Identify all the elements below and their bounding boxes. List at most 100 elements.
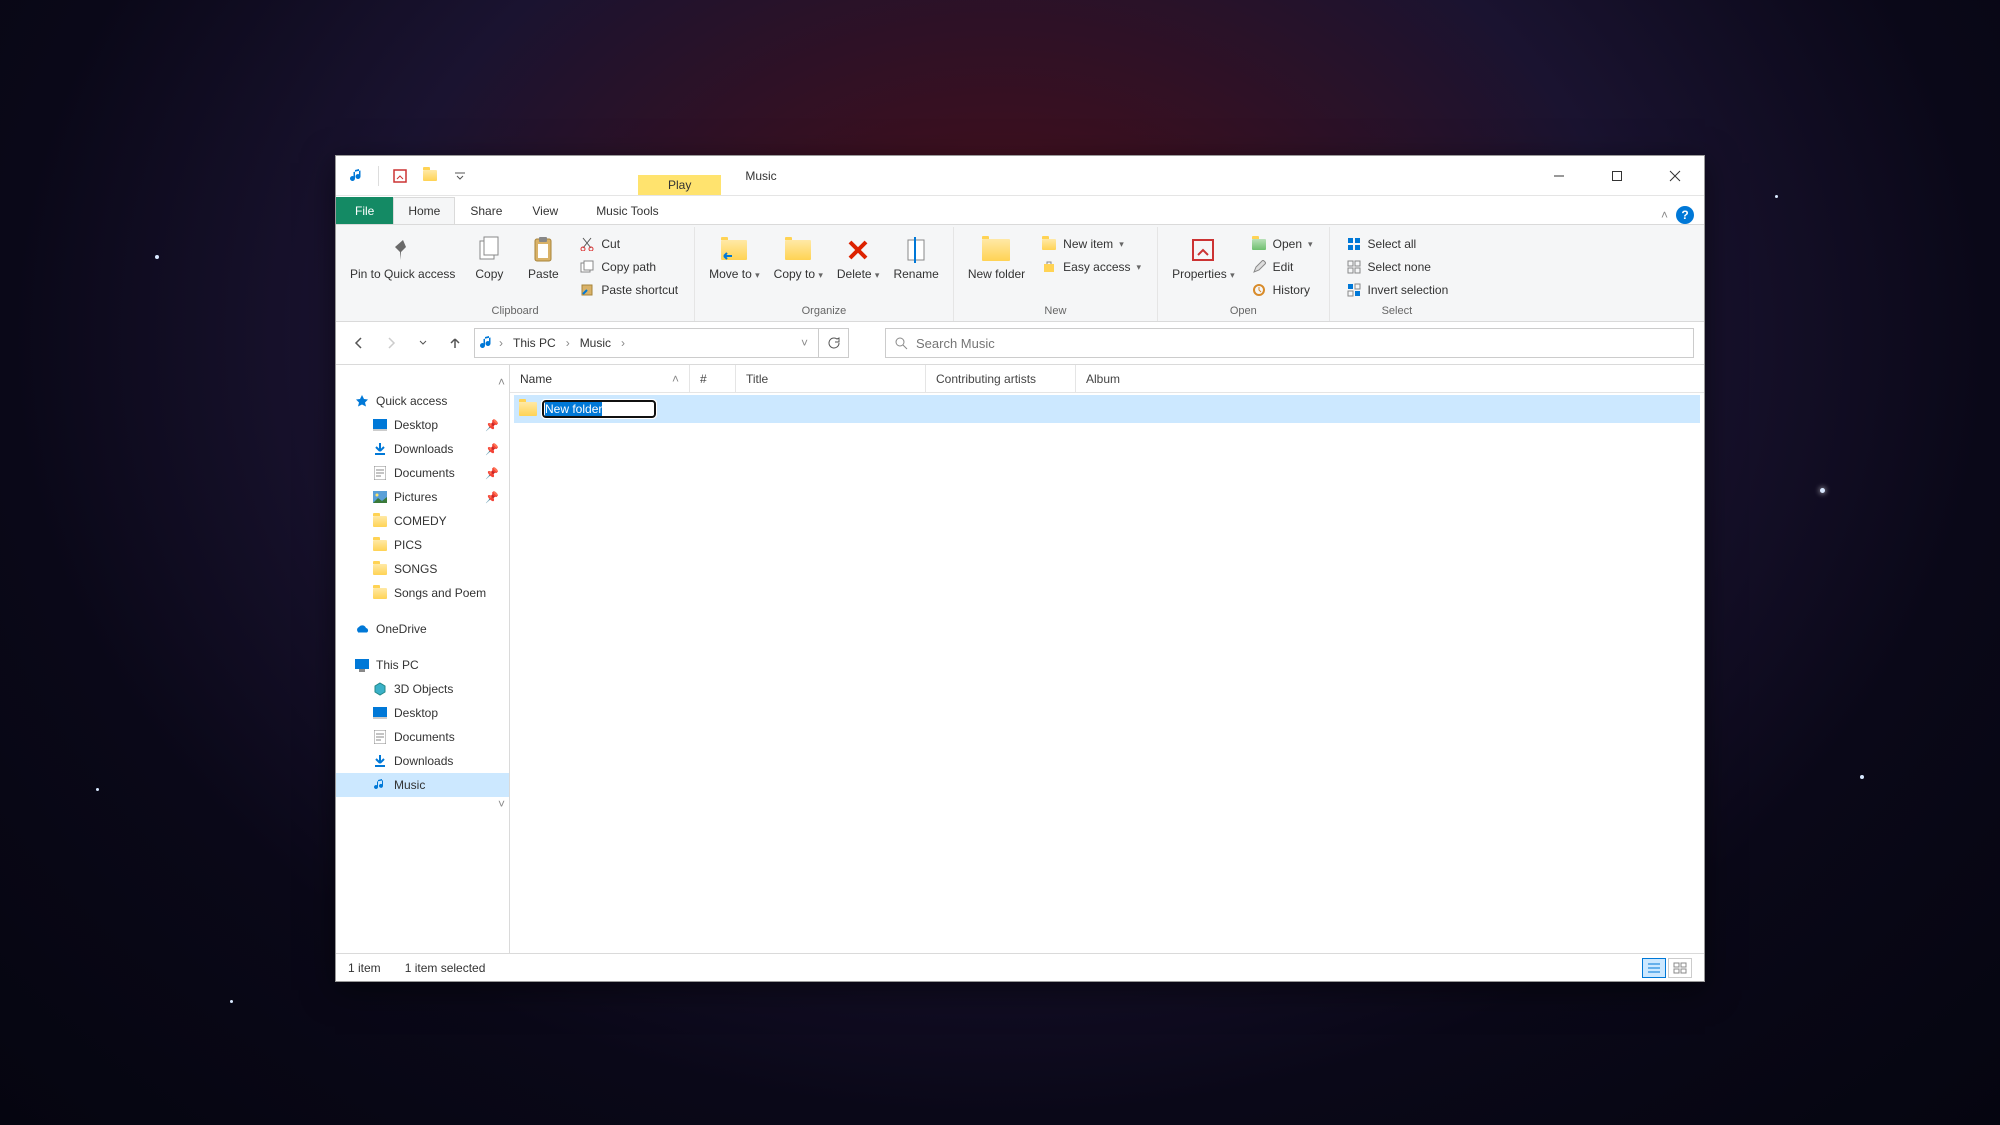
col-title[interactable]: Title <box>736 365 926 392</box>
col-artists[interactable]: Contributing artists <box>926 365 1076 392</box>
sidebar-pc-documents[interactable]: Documents <box>336 725 509 749</box>
large-icons-view-button[interactable] <box>1668 958 1692 978</box>
col-num[interactable]: # <box>690 365 736 392</box>
tab-share[interactable]: Share <box>455 197 517 224</box>
open-button[interactable]: Open ▾ <box>1247 234 1317 254</box>
paste-shortcut-button[interactable]: Paste shortcut <box>575 280 682 300</box>
search-icon <box>894 336 908 350</box>
pin-quick-access-button[interactable]: Pin to Quick access <box>344 231 461 285</box>
titlebar: Play Music <box>336 156 1704 196</box>
new-folder-qat-icon[interactable] <box>417 163 443 189</box>
tab-home[interactable]: Home <box>393 197 455 224</box>
tab-music-tools[interactable]: Music Tools <box>581 197 673 224</box>
navigation-pane[interactable]: ˄ Quick access Desktop📌 Downloads📌 Docum… <box>336 365 510 953</box>
paste-button[interactable]: Paste <box>517 231 569 285</box>
sidebar-qa-pics[interactable]: PICS <box>336 533 509 557</box>
nav-back-button[interactable] <box>346 330 372 356</box>
music-folder-icon <box>479 335 495 351</box>
tab-view[interactable]: View <box>517 197 573 224</box>
group-clipboard: Pin to Quick access Copy Paste Cut <box>336 227 695 321</box>
sidebar-quick-access[interactable]: Quick access <box>336 389 509 413</box>
group-select: Select all Select none Invert selection … <box>1330 227 1465 321</box>
status-selected: 1 item selected <box>405 961 486 975</box>
column-headers: Name˄ # Title Contributing artists Album <box>510 365 1704 393</box>
history-button[interactable]: History <box>1247 280 1317 300</box>
crumb-this-pc[interactable]: This PC <box>507 333 562 353</box>
explorer-body: ˄ Quick access Desktop📌 Downloads📌 Docum… <box>336 365 1704 953</box>
select-all-button[interactable]: Select all <box>1342 234 1453 254</box>
sidebar-pc-downloads[interactable]: Downloads <box>336 749 509 773</box>
group-open: Properties ▾ Open ▾ Edit History <box>1158 227 1329 321</box>
edit-button[interactable]: Edit <box>1247 257 1317 277</box>
details-view-button[interactable] <box>1642 958 1666 978</box>
easy-access-button[interactable]: Easy access ▾ <box>1037 257 1145 277</box>
invert-selection-button[interactable]: Invert selection <box>1342 280 1453 300</box>
sidebar-this-pc[interactable]: This PC <box>336 653 509 677</box>
ribbon: Pin to Quick access Copy Paste Cut <box>336 225 1704 322</box>
properties-button[interactable]: Properties ▾ <box>1166 231 1241 286</box>
col-album[interactable]: Album <box>1076 365 1241 392</box>
new-folder-button[interactable]: New folder <box>962 231 1031 285</box>
collapse-ribbon-icon[interactable]: ˄ <box>1661 208 1668 222</box>
nav-forward-button[interactable] <box>378 330 404 356</box>
nav-recent-button[interactable] <box>410 330 436 356</box>
tab-file[interactable]: File <box>336 197 393 224</box>
crumb-music[interactable]: Music <box>574 333 617 353</box>
copy-to-button[interactable]: Copy to ▾ <box>768 231 829 286</box>
file-list[interactable] <box>510 393 1704 953</box>
search-box[interactable] <box>885 328 1694 358</box>
sidebar-qa-comedy[interactable]: COMEDY <box>336 509 509 533</box>
sidebar-pc-music[interactable]: Music <box>336 773 509 797</box>
help-icon[interactable]: ? <box>1676 206 1694 224</box>
pin-icon: 📌 <box>485 419 505 432</box>
close-button[interactable] <box>1646 156 1704 196</box>
cut-button[interactable]: Cut <box>575 234 682 254</box>
nav-up-button[interactable] <box>442 330 468 356</box>
sidebar-qa-downloads[interactable]: Downloads📌 <box>336 437 509 461</box>
ribbon-tabs: File Home Share View Music Tools ˄ ? <box>336 196 1704 225</box>
customize-qat-icon[interactable] <box>447 163 473 189</box>
sidebar-qa-pictures[interactable]: Pictures📌 <box>336 485 509 509</box>
new-item-button[interactable]: New item ▾ <box>1037 234 1145 254</box>
pin-icon: 📌 <box>485 443 505 456</box>
status-bar: 1 item 1 item selected <box>336 953 1704 981</box>
folder-icon <box>518 399 538 419</box>
select-none-button[interactable]: Select none <box>1342 257 1453 277</box>
copy-path-button[interactable]: Copy path <box>575 257 682 277</box>
address-bar: › This PC › Music › ˅ <box>336 322 1704 365</box>
sidebar-qa-documents[interactable]: Documents📌 <box>336 461 509 485</box>
delete-button[interactable]: Delete ▾ <box>831 231 886 286</box>
window-title: Music <box>745 169 776 183</box>
sidebar-qa-songs[interactable]: SONGS <box>336 557 509 581</box>
col-name[interactable]: Name˄ <box>510 365 690 392</box>
search-input[interactable] <box>916 336 1685 351</box>
sidebar-pc-desktop[interactable]: Desktop <box>336 701 509 725</box>
quick-access-toolbar <box>336 163 473 189</box>
copy-button[interactable]: Copy <box>463 231 515 285</box>
scroll-up-icon[interactable]: ˄ <box>336 375 509 389</box>
address-dropdown-icon[interactable]: ˅ <box>795 336 814 350</box>
status-item-count: 1 item <box>348 961 381 975</box>
rename-button[interactable]: Rename <box>887 231 944 285</box>
context-tab-header: Play <box>638 175 721 195</box>
music-icon <box>344 163 370 189</box>
sidebar-qa-poems[interactable]: Songs and Poem <box>336 581 509 605</box>
file-list-pane: Name˄ # Title Contributing artists Album <box>510 365 1704 953</box>
file-explorer-window: Play Music File Home Share View Music To… <box>335 155 1705 982</box>
sidebar-3d-objects[interactable]: 3D Objects <box>336 677 509 701</box>
scroll-down-icon[interactable]: ˅ <box>336 797 509 811</box>
sidebar-onedrive[interactable]: OneDrive <box>336 617 509 641</box>
maximize-button[interactable] <box>1588 156 1646 196</box>
file-row[interactable] <box>514 395 1700 423</box>
pin-icon: 📌 <box>485 491 505 504</box>
window-controls <box>1530 156 1704 196</box>
minimize-button[interactable] <box>1530 156 1588 196</box>
rename-input[interactable] <box>542 400 656 418</box>
refresh-button[interactable] <box>819 328 849 358</box>
properties-qat-icon[interactable] <box>387 163 413 189</box>
pin-icon: 📌 <box>485 467 505 480</box>
breadcrumb-bar[interactable]: › This PC › Music › ˅ <box>474 328 819 358</box>
group-new: New folder New item ▾ Easy access ▾ New <box>954 227 1158 321</box>
move-to-button[interactable]: Move to ▾ <box>703 231 766 286</box>
sidebar-qa-desktop[interactable]: Desktop📌 <box>336 413 509 437</box>
